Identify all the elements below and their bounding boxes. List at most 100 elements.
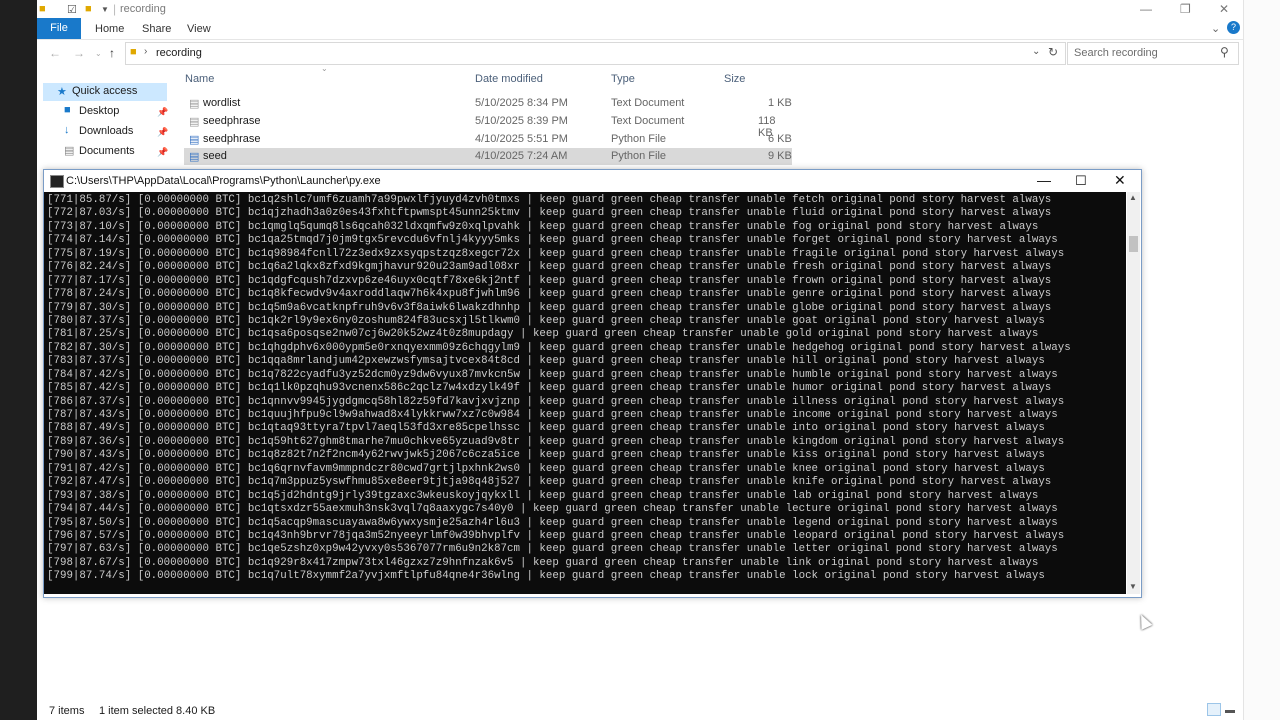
file-name: seedphrase xyxy=(203,133,261,145)
folder-icon: ■ xyxy=(39,3,46,15)
column-header-size[interactable]: Size xyxy=(724,73,745,85)
file-type: Text Document xyxy=(611,115,685,127)
title-divider: | xyxy=(113,2,117,16)
address-row: ← → ⌄ ↑ ■ › recording ⌄ ↻ Search recordi… xyxy=(37,41,1243,65)
column-header-name[interactable]: Name xyxy=(185,73,214,85)
console-titlebar: C:\Users\THP\AppData\Local\Programs\Pyth… xyxy=(44,170,1141,192)
address-bar[interactable]: ■ › recording ⌄ ↻ xyxy=(125,42,1066,65)
console-line: [799|87.74/s] [0.00000000 BTC] bc1q7ult7… xyxy=(47,570,1045,583)
downloads-icon: ↓ xyxy=(64,124,70,136)
tab-view[interactable]: View xyxy=(187,23,211,35)
minimize-icon[interactable]: — xyxy=(1037,172,1051,188)
console-line: [775|87.19/s] [0.00000000 BTC] bc1q98984… xyxy=(47,247,1065,260)
pin-icon[interactable]: 📌 xyxy=(157,127,168,138)
nav-quick-access-label: Quick access xyxy=(72,85,138,97)
status-selection: 1 item selected 8.40 KB xyxy=(99,705,216,717)
console-scrollbar[interactable]: ▲ ▼ xyxy=(1127,192,1140,594)
refresh-icon[interactable]: ↻ xyxy=(1048,45,1058,59)
text-file-icon: ▤ xyxy=(189,116,200,128)
nav-quick-access[interactable]: ★ Quick access xyxy=(43,83,167,101)
console-output[interactable]: [771|85.87/s] [0.00000000 BTC] bc1q2shlc… xyxy=(44,192,1126,594)
desktop-left-edge xyxy=(0,0,37,720)
pin-icon[interactable]: 📌 xyxy=(157,147,168,158)
documents-icon: ▤ xyxy=(64,145,75,157)
window-title: recording xyxy=(120,3,166,15)
maximize-icon[interactable]: ☐ xyxy=(1075,173,1087,189)
details-view-icon[interactable] xyxy=(1207,703,1221,716)
file-row[interactable]: ▤ wordlist 5/10/2025 8:34 PM Text Docume… xyxy=(184,95,792,112)
search-icon[interactable]: ⚲ xyxy=(1220,45,1229,59)
python-console-window[interactable]: C:\Users\THP\AppData\Local\Programs\Pyth… xyxy=(43,169,1142,598)
console-line: [794|87.44/s] [0.00000000 BTC] bc1qtsxdz… xyxy=(47,503,1058,516)
recent-locations-icon[interactable]: ⌄ xyxy=(95,49,102,58)
file-row[interactable]: ▤ seedphrase 5/10/2025 8:39 PM Text Docu… xyxy=(184,113,792,139)
console-line: [798|87.67/s] [0.00000000 BTC] bc1q929r8… xyxy=(47,556,1039,569)
python-file-icon: ▤ xyxy=(189,134,200,146)
file-name: seedphrase xyxy=(203,115,261,127)
console-line: [779|87.30/s] [0.00000000 BTC] bc1q5m9a6… xyxy=(47,301,1052,314)
file-type: Text Document xyxy=(611,97,685,109)
expand-ribbon-icon[interactable]: ⌄ xyxy=(1211,22,1220,35)
file-date: 5/10/2025 8:34 PM xyxy=(475,97,568,109)
scroll-up-icon[interactable]: ▲ xyxy=(1129,193,1137,202)
nav-item-downloads[interactable]: Downloads xyxy=(79,125,133,137)
forward-icon[interactable]: → xyxy=(73,46,85,60)
text-file-icon: ▤ xyxy=(189,98,200,110)
up-icon[interactable]: ↑ xyxy=(109,46,115,60)
file-date: 4/10/2025 7:24 AM xyxy=(475,150,568,162)
scroll-thumb[interactable] xyxy=(1129,236,1138,252)
console-line: [788|87.49/s] [0.00000000 BTC] bc1qtaq93… xyxy=(47,422,1045,435)
sort-indicator-icon: ⌄ xyxy=(321,64,328,73)
console-line: [784|87.42/s] [0.00000000 BTC] bc1q7822c… xyxy=(47,368,1058,381)
close-icon[interactable]: ✕ xyxy=(1114,172,1126,189)
scroll-down-icon[interactable]: ▼ xyxy=(1129,582,1137,591)
column-header-date-modified[interactable]: Date modified xyxy=(475,73,543,85)
console-line: [780|87.37/s] [0.00000000 BTC] bc1qk2rl9… xyxy=(47,314,1045,327)
pin-icon[interactable]: 📌 xyxy=(157,107,168,118)
file-type: Python File xyxy=(611,133,667,145)
explorer-titlebar: ■ ☑ ■ ▼ | recording — ❐ ✕ xyxy=(37,0,1243,18)
search-box[interactable]: Search recording ⚲ xyxy=(1067,42,1239,65)
star-icon: ★ xyxy=(57,86,67,98)
console-icon xyxy=(50,175,64,188)
back-icon[interactable]: ← xyxy=(49,46,61,60)
console-line: [773|87.10/s] [0.00000000 BTC] bc1qmglq5… xyxy=(47,220,1039,233)
console-line: [776|82.24/s] [0.00000000 BTC] bc1q6a2lq… xyxy=(47,261,1052,274)
restore-icon[interactable]: ❐ xyxy=(1180,2,1191,16)
file-date: 5/10/2025 8:39 PM xyxy=(475,115,568,127)
console-line: [796|87.57/s] [0.00000000 BTC] bc1q43nh9… xyxy=(47,529,1065,542)
customize-toolbar-icon[interactable]: ▼ xyxy=(101,5,109,14)
column-header-type[interactable]: Type xyxy=(611,73,635,85)
status-item-count: 7 items xyxy=(49,705,85,717)
console-line: [772|87.03/s] [0.00000000 BTC] bc1qjzhad… xyxy=(47,207,1052,220)
search-input[interactable]: Search recording xyxy=(1074,47,1158,59)
minimize-icon[interactable]: — xyxy=(1140,2,1152,16)
console-line: [790|87.43/s] [0.00000000 BTC] bc1q8z82t… xyxy=(47,449,1045,462)
chevron-right-icon[interactable]: › xyxy=(144,46,147,57)
desktop-right-edge xyxy=(1243,0,1280,720)
console-line: [797|87.63/s] [0.00000000 BTC] bc1qe5zsh… xyxy=(47,543,1058,556)
desktop-icon: ■ xyxy=(64,104,71,116)
tab-share[interactable]: Share xyxy=(142,23,171,35)
python-file-icon: ▤ xyxy=(189,151,200,163)
new-folder-icon[interactable]: ■ xyxy=(85,3,92,15)
nav-item-desktop[interactable]: Desktop xyxy=(79,105,119,117)
file-row-selected[interactable]: ▤ seed 4/10/2025 7:24 AM Python File 9 K… xyxy=(184,148,792,165)
console-line: [791|87.42/s] [0.00000000 BTC] bc1q6qrnv… xyxy=(47,462,1045,475)
tab-home[interactable]: Home xyxy=(95,23,124,35)
console-line: [782|87.30/s] [0.00000000 BTC] bc1qhgdph… xyxy=(47,341,1071,354)
help-icon[interactable]: ? xyxy=(1227,21,1240,34)
large-icons-view-icon[interactable]: ▬ xyxy=(1225,705,1235,716)
file-name: wordlist xyxy=(203,97,241,109)
chevron-down-icon[interactable]: ⌄ xyxy=(1032,46,1040,57)
console-line: [795|87.50/s] [0.00000000 BTC] bc1q5acqp… xyxy=(47,516,1058,529)
nav-item-documents[interactable]: Documents xyxy=(79,145,135,157)
properties-icon[interactable]: ☑ xyxy=(67,3,77,16)
file-row[interactable]: ▤ seedphrase 4/10/2025 5:51 PM Python Fi… xyxy=(184,131,792,148)
console-line: [777|87.17/s] [0.00000000 BTC] bc1qdgfcq… xyxy=(47,274,1052,287)
address-path[interactable]: recording xyxy=(156,47,202,59)
folder-icon: ■ xyxy=(130,46,137,58)
file-name: seed xyxy=(203,150,227,162)
tab-file[interactable]: File xyxy=(37,18,81,39)
close-icon[interactable]: ✕ xyxy=(1219,2,1229,16)
